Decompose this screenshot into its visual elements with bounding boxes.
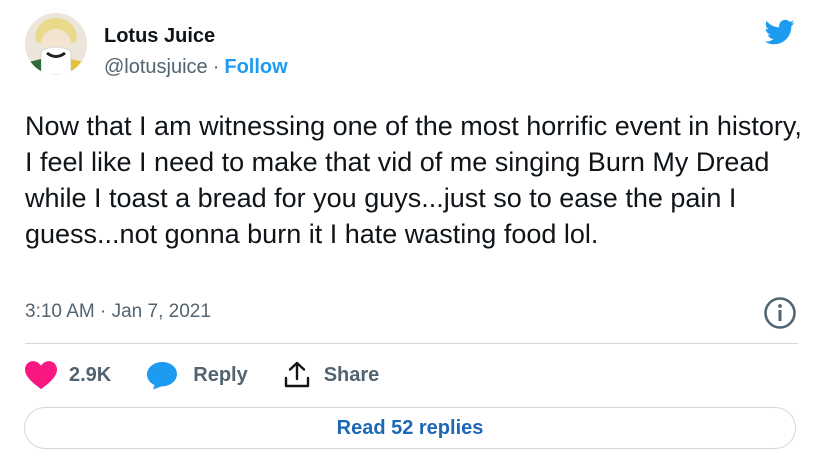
reply-label: Reply <box>193 363 248 386</box>
read-replies-label: Read 52 replies <box>336 416 484 439</box>
tweet-timestamp[interactable]: 3:10 AM · Jan 7, 2021 <box>25 301 211 323</box>
divider <box>25 343 798 344</box>
like-count: 2.9K <box>69 363 112 386</box>
heart-icon <box>25 361 57 390</box>
tweet-text: Now that I am witnessing one of the most… <box>25 111 802 249</box>
share-label: Share <box>323 363 380 386</box>
timestamp-separator: · <box>100 301 107 322</box>
read-replies-button[interactable]: Read 52 replies <box>24 407 796 449</box>
like-button[interactable]: 2.9K <box>25 360 111 390</box>
twitter-bird-icon[interactable] <box>762 17 798 47</box>
follow-button[interactable]: Follow <box>224 56 287 78</box>
action-bar: 2.9K Reply Share <box>25 357 413 393</box>
tweet-date[interactable]: Jan 7, 2021 <box>112 301 211 322</box>
author-name[interactable]: Lotus Juice <box>104 25 215 48</box>
share-button[interactable]: Share <box>282 360 380 390</box>
author-handle-row: @lotusjuice · Follow <box>104 56 288 79</box>
reply-button[interactable]: Reply <box>145 360 248 390</box>
reply-bubble-icon <box>147 362 178 390</box>
share-icon <box>284 361 309 388</box>
avatar[interactable] <box>25 13 87 75</box>
author-handle[interactable]: @lotusjuice <box>104 56 208 78</box>
handle-separator: · <box>212 56 220 78</box>
info-icon[interactable] <box>763 296 797 330</box>
tweet-time[interactable]: 3:10 AM <box>25 301 95 322</box>
